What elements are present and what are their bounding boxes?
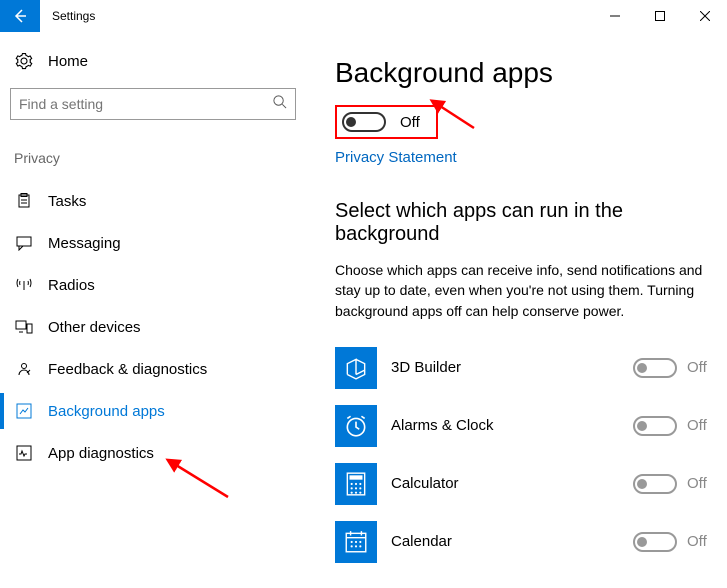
app-row-calculator: Calculator Off bbox=[335, 455, 717, 513]
sidebar-item-other-devices[interactable]: Other devices bbox=[10, 306, 305, 348]
annotation-highlight: Off bbox=[335, 105, 438, 139]
search-input[interactable] bbox=[19, 96, 272, 112]
page-title: Background apps bbox=[335, 57, 717, 89]
section-title: Select which apps can run in the backgro… bbox=[335, 200, 717, 246]
diagnostics-icon bbox=[14, 445, 34, 461]
section-label: Privacy bbox=[10, 150, 305, 166]
sidebar-item-feedback[interactable]: Feedback & diagnostics bbox=[10, 348, 305, 390]
privacy-statement-link[interactable]: Privacy Statement bbox=[335, 149, 457, 166]
minimize-button[interactable] bbox=[592, 0, 637, 32]
master-toggle-label: Off bbox=[400, 114, 420, 131]
maximize-button[interactable] bbox=[637, 0, 682, 32]
app-toggle[interactable] bbox=[633, 416, 677, 436]
radio-icon bbox=[14, 277, 34, 293]
nav-label: Feedback & diagnostics bbox=[34, 361, 207, 378]
master-toggle[interactable] bbox=[342, 112, 386, 132]
app-name: 3D Builder bbox=[377, 359, 633, 376]
3d-builder-icon bbox=[335, 347, 377, 389]
back-button[interactable] bbox=[0, 0, 40, 32]
close-button[interactable] bbox=[682, 0, 727, 32]
background-apps-icon bbox=[14, 403, 34, 419]
nav-label: Tasks bbox=[34, 193, 86, 210]
alarms-clock-icon bbox=[335, 405, 377, 447]
sidebar-item-messaging[interactable]: Messaging bbox=[10, 222, 305, 264]
feedback-icon bbox=[14, 361, 34, 377]
sidebar-item-background-apps[interactable]: Background apps bbox=[10, 390, 305, 432]
home-nav[interactable]: Home bbox=[10, 42, 305, 88]
calendar-icon bbox=[335, 521, 377, 563]
app-row-3d-builder: 3D Builder Off bbox=[335, 339, 717, 397]
nav-label: Other devices bbox=[34, 319, 141, 336]
search-box[interactable] bbox=[10, 88, 296, 120]
sidebar-item-radios[interactable]: Radios bbox=[10, 264, 305, 306]
nav-label: Background apps bbox=[34, 403, 165, 420]
titlebar: Settings bbox=[0, 0, 727, 32]
clipboard-icon bbox=[14, 193, 34, 209]
nav-label: Radios bbox=[34, 277, 95, 294]
app-toggle-label: Off bbox=[687, 475, 711, 492]
app-name: Calendar bbox=[377, 533, 633, 550]
gear-icon bbox=[14, 52, 34, 70]
app-toggle-label: Off bbox=[687, 359, 711, 376]
home-label: Home bbox=[34, 53, 88, 70]
nav-label: Messaging bbox=[34, 235, 121, 252]
app-toggle-label: Off bbox=[687, 417, 711, 434]
nav-label: App diagnostics bbox=[34, 445, 154, 462]
window-controls bbox=[592, 0, 727, 32]
calculator-icon bbox=[335, 463, 377, 505]
section-description: Choose which apps can receive info, send… bbox=[335, 260, 717, 321]
app-toggle[interactable] bbox=[633, 532, 677, 552]
search-icon bbox=[272, 94, 287, 114]
app-row-calendar: Calendar Off bbox=[335, 513, 717, 571]
app-name: Alarms & Clock bbox=[377, 417, 633, 434]
app-name: Calculator bbox=[377, 475, 633, 492]
sidebar-item-tasks[interactable]: Tasks bbox=[10, 180, 305, 222]
window-title: Settings bbox=[40, 9, 95, 23]
app-row-alarms: Alarms & Clock Off bbox=[335, 397, 717, 455]
main-panel: Background apps Off Privacy Statement Se… bbox=[305, 32, 727, 588]
arrow-left-icon bbox=[12, 8, 28, 24]
app-toggle-label: Off bbox=[687, 533, 711, 550]
devices-icon bbox=[14, 319, 34, 335]
app-toggle[interactable] bbox=[633, 358, 677, 378]
sidebar-item-app-diagnostics[interactable]: App diagnostics bbox=[10, 432, 305, 474]
sidebar: Home Privacy Tasks Messaging Radios Othe… bbox=[0, 32, 305, 588]
message-icon bbox=[14, 235, 34, 251]
app-toggle[interactable] bbox=[633, 474, 677, 494]
